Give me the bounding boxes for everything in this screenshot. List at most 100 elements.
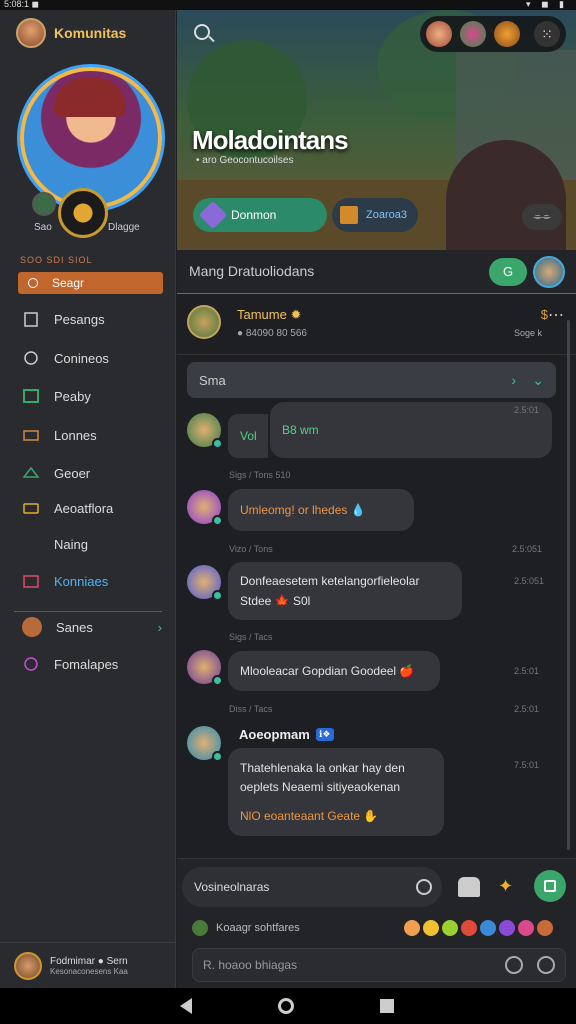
emoji-icon[interactable] [518, 920, 534, 936]
message-timestamp: 2.5:051 [512, 544, 543, 554]
online-dot [212, 515, 223, 526]
online-dot [212, 590, 223, 601]
controller-button[interactable]: ⌯⌯ [522, 204, 562, 230]
sidebar-item-4[interactable]: Geoer [22, 465, 90, 481]
profile-avatar-large[interactable] [20, 67, 162, 209]
sidebar-item-0[interactable]: Pesangs [22, 311, 105, 327]
online-dot [212, 675, 223, 686]
gem-icon [198, 200, 228, 230]
sidebar-item-label: Lonnes [54, 427, 97, 443]
profile-label-left: Sao [34, 222, 52, 233]
channel-header: Mang Dratuoliodans G [177, 250, 576, 294]
sidebar-item-label: Aeoatflora [54, 500, 114, 516]
system-nav-bar [0, 988, 576, 1024]
sidebar-item-6[interactable]: Naing [22, 536, 88, 552]
settings-icon[interactable] [537, 956, 555, 974]
sidebar-item-active[interactable]: Seagr [18, 272, 163, 294]
sidebar-item-label: Peaby [54, 388, 91, 404]
emoji-icon[interactable] [461, 920, 477, 936]
emoji-icon[interactable] [480, 920, 496, 936]
game-mode-button[interactable]: G [489, 258, 527, 286]
rank-badge-emblem[interactable] [58, 188, 108, 238]
reaction-row[interactable]: Koaagr sohtfares [192, 920, 300, 936]
sidebar-footer-profile[interactable]: Fodmimar ● Sern Kesonaconesens Kaa [0, 942, 176, 988]
blank-icon [22, 536, 40, 552]
gift-icon[interactable] [458, 877, 480, 897]
message-avatar[interactable] [187, 565, 223, 601]
sidebar-item-sanes[interactable]: Sanes › [22, 617, 162, 637]
channel-avatar[interactable] [533, 256, 565, 288]
message-avatar[interactable] [187, 413, 223, 449]
thread-label: Sma [199, 372, 226, 388]
message-bubble: B8 wm [270, 402, 552, 458]
send-button[interactable] [534, 870, 566, 902]
message-timestamp: 2.5:01 [514, 405, 540, 415]
scrollbar[interactable] [567, 320, 570, 850]
home-icon[interactable] [278, 998, 294, 1014]
pinned-header[interactable]: Tamume ✹ ● 84090 80 566 $ Soge k ⋯ [177, 295, 576, 355]
pinned-right-icon[interactable]: $ [541, 307, 548, 322]
sidebar-item-fomalapes[interactable]: Fomalapes [22, 656, 118, 672]
chevron-down-icon[interactable]: ⌄ [532, 372, 544, 389]
message-bubble: Thatehlenaka la onkar hay den oeplets Ne… [228, 748, 444, 836]
thread-bar[interactable]: Sma › ⌄ [187, 362, 556, 398]
currency-chip[interactable]: Donmon [193, 198, 327, 232]
reaction-icon [192, 920, 208, 936]
treasure-icon[interactable] [494, 21, 520, 47]
user-avatar[interactable] [14, 951, 42, 980]
profile-label-right: Dlagge [108, 222, 140, 233]
message-avatar[interactable] [187, 490, 223, 526]
more-icon[interactable]: ⋯ [548, 305, 564, 325]
card-icon [23, 503, 39, 514]
sidebar-item-5[interactable]: Aeoatflora [22, 500, 113, 516]
emoji-icon[interactable] [423, 920, 439, 936]
message-avatar[interactable] [187, 726, 223, 762]
community-avatar[interactable] [16, 18, 46, 48]
sidebar-item-7[interactable]: Konniaes [22, 573, 108, 589]
message-input-placeholder: Vosineolnaras [194, 880, 270, 894]
status-right: ▾ ◼ ▮ [526, 0, 568, 9]
emoji-icon[interactable] [416, 879, 432, 895]
sidebar-item-label: Naing [54, 536, 88, 552]
emoji-icon[interactable] [404, 920, 420, 936]
chest-chip[interactable]: Zoaroa3 [332, 198, 418, 232]
refresh-icon[interactable] [505, 956, 523, 974]
expand-icon[interactable]: ⁙ [534, 21, 560, 47]
message-avatar[interactable] [187, 650, 223, 686]
sidebar-header[interactable]: Komunitas [16, 18, 126, 48]
message-bubble: Umleomg! or lhedes 💧 [228, 489, 414, 531]
message-timestamp: 2.5:01 [514, 704, 540, 714]
sticker-icon[interactable]: ✦ [498, 876, 520, 898]
chest-label: Zoaroa3 [366, 209, 407, 221]
search-input[interactable]: R. hoaoo bhiagas [192, 948, 566, 982]
emoji-icon[interactable] [499, 920, 515, 936]
message-input[interactable]: Vosineolnaras [182, 867, 442, 907]
message-author[interactable]: Aoeopmam [239, 727, 310, 742]
message-text: Umleomg! or lhedes 💧 [240, 503, 366, 517]
pinned-avatar[interactable] [187, 305, 221, 339]
online-dot [212, 751, 223, 762]
message-timestamp-side: 2.5:051 [514, 576, 545, 586]
message-bubble: Donfeaesetem ketelangorfieleolar Stdee 🍁… [228, 562, 462, 620]
sidebar-item-label: Conineos [54, 350, 109, 366]
sidebar-divider [14, 611, 162, 612]
sidebar-item-2[interactable]: Peaby [22, 388, 91, 404]
message-text-line3: NlO eoanteaant Geate ✋ [240, 809, 379, 823]
book-icon [23, 389, 39, 403]
game-icon [22, 466, 40, 478]
sidebar-item-label: Geoer [54, 465, 91, 481]
sidebar: Komunitas Sao Dlagge SOO SDI SIOL Seagr … [0, 10, 176, 988]
sidebar-item-label: Fomalapes [54, 656, 119, 672]
arrow-right-icon[interactable]: › [511, 372, 516, 388]
recents-icon[interactable] [380, 999, 394, 1013]
sidebar-item-1[interactable]: Conineos [22, 350, 109, 366]
member-avatar[interactable] [460, 21, 486, 47]
member-avatar[interactable] [426, 21, 452, 47]
sidebar-item-3[interactable]: Lonnes [22, 427, 97, 443]
calendar-icon [23, 575, 39, 588]
user-name: Fodmimar ● Sern [50, 955, 128, 967]
search-button[interactable] [192, 22, 216, 46]
emoji-icon[interactable] [442, 920, 458, 936]
back-icon[interactable] [180, 998, 192, 1014]
emoji-icon[interactable] [537, 920, 553, 936]
